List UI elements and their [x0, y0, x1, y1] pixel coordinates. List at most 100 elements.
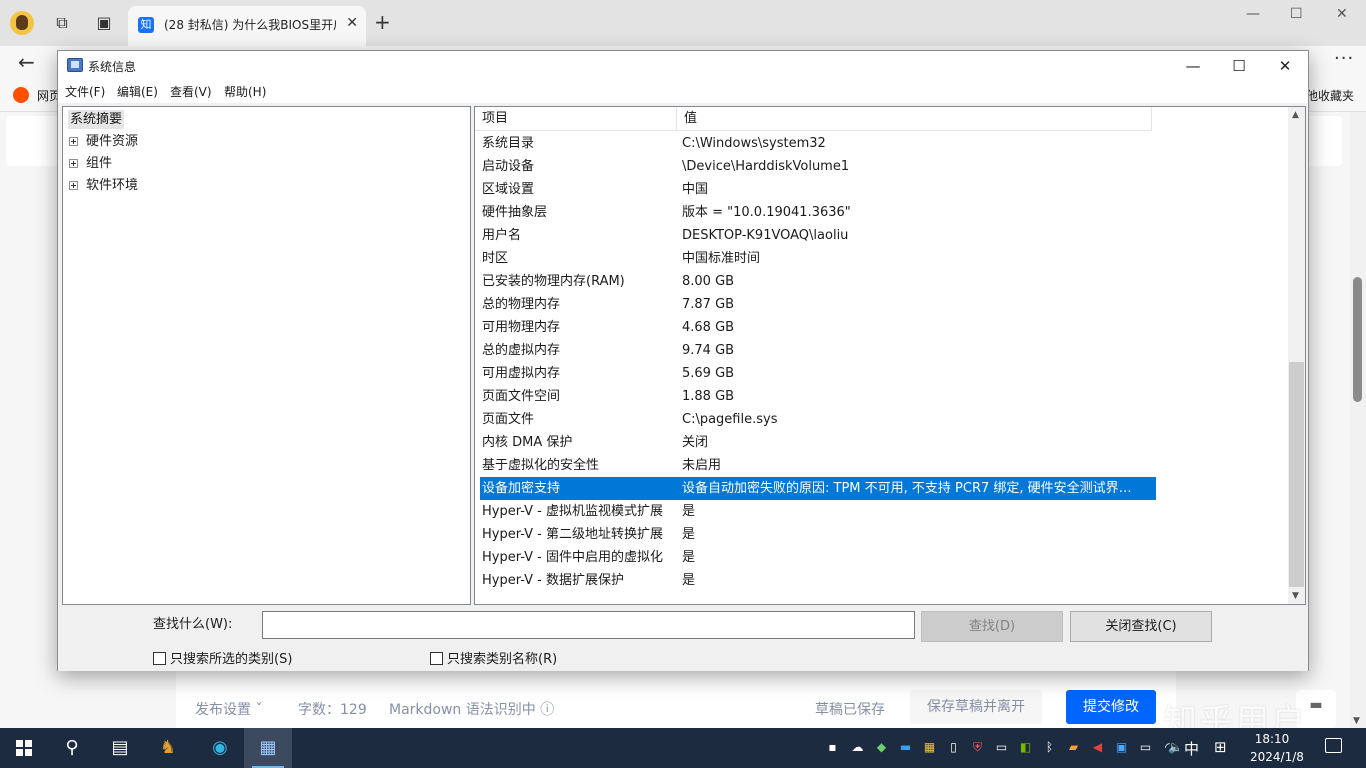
tray-monitor-icon[interactable]: ▭ [994, 740, 1009, 755]
expand-icon[interactable] [69, 181, 78, 190]
menu-view[interactable]: 查看(V) [170, 83, 212, 100]
search-icon[interactable]: ⚲ [48, 728, 96, 768]
tray-grid-icon[interactable]: ▦ [922, 740, 937, 755]
security-shield-icon[interactable]: ⛨ [970, 740, 985, 755]
browser-minimize-icon[interactable]: — [1246, 6, 1260, 22]
find-input[interactable] [262, 611, 915, 639]
task-view-icon[interactable]: ▤ [96, 728, 144, 768]
page-scrollbar-thumb[interactable] [1353, 277, 1362, 402]
list-scrollbar-thumb[interactable] [1289, 362, 1304, 587]
favorite-site-icon[interactable] [13, 87, 29, 103]
save-draft-button[interactable]: 保存草稿并离开 [910, 690, 1042, 724]
scroll-up-arrow-icon[interactable]: ▲ [1292, 110, 1299, 120]
table-row[interactable]: 总的物理内存 7.87 GB [475, 293, 1285, 316]
tray-battery-icon[interactable]: ▭ [1138, 740, 1153, 755]
table-row[interactable]: 内核 DMA 保护 关闭 [475, 431, 1285, 454]
table-row[interactable]: 页面文件 C:\pagefile.sys [475, 408, 1285, 431]
checkbox-box[interactable] [153, 652, 166, 665]
system-info-taskbar-icon[interactable]: ▦ [244, 728, 292, 768]
column-header-item[interactable]: 项目 [475, 107, 677, 131]
other-favorites[interactable]: 他收藏夹 [1306, 87, 1354, 104]
window-titlebar[interactable]: 系统信息 — ☐ ✕ [58, 51, 1308, 81]
table-row[interactable]: 总的虚拟内存 9.74 GB [475, 339, 1285, 362]
workspaces-icon[interactable]: ⧉ [52, 13, 72, 33]
tray-app-icon[interactable]: ▪ [825, 740, 840, 755]
onedrive-cloud-icon[interactable]: ☁ [850, 740, 865, 755]
tab-actions-icon[interactable]: ▣ [94, 13, 114, 33]
menu-edit[interactable]: 编辑(E) [117, 83, 158, 100]
table-row[interactable]: 页面文件空间 1.88 GB [475, 385, 1285, 408]
browser-maximize-icon[interactable]: ☐ [1290, 6, 1303, 22]
details-list[interactable]: 项目 值 系统目录 C:\Windows\system32 启动设备 \Device\… [474, 106, 1306, 605]
menu-help[interactable]: 帮助(H) [224, 83, 266, 100]
expand-icon[interactable] [69, 137, 78, 146]
table-row[interactable]: 用户名 DESKTOP-K91VOAQ\laoliu [475, 224, 1285, 247]
clock[interactable]: 18:10 2024/1/8 [1250, 730, 1304, 766]
row-value: \Device\HarddiskVolume1 [682, 159, 850, 174]
notification-icon[interactable] [1325, 738, 1342, 753]
close-find-button[interactable]: 关闭查找(C) [1070, 611, 1212, 642]
column-header-value[interactable]: 值 [677, 107, 1152, 131]
table-row[interactable]: Hyper-V - 数据扩展保护 是 [475, 569, 1285, 592]
tree-item-components[interactable]: 组件 [69, 154, 112, 174]
table-row[interactable]: 可用虚拟内存 5.69 GB [475, 362, 1285, 385]
edge-browser-icon[interactable]: ◉ [196, 728, 244, 768]
back-arrow-icon[interactable]: ← [18, 50, 35, 74]
tray-sync-icon[interactable]: ◆ [874, 740, 889, 755]
search-selected-category-checkbox[interactable]: 只搜索所选的类别(S) [153, 648, 292, 667]
page-scrollbar[interactable]: ▼ [1350, 112, 1366, 728]
system-info-app-icon [67, 58, 83, 72]
checkbox-box[interactable] [430, 652, 443, 665]
tray-app-orange-icon[interactable]: ▰ [1066, 740, 1081, 755]
publish-settings[interactable]: 发布设置 ˇ [195, 699, 262, 719]
table-row[interactable]: 可用物理内存 4.68 GB [475, 316, 1285, 339]
tree-item-system-summary[interactable]: 系统摘要 [68, 110, 125, 129]
tray-network-app-icon[interactable]: ▬ [898, 740, 913, 755]
volume-icon[interactable]: 🔈 [1168, 740, 1183, 755]
table-row[interactable]: 启动设备 \Device\HarddiskVolume1 [475, 155, 1285, 178]
bluetooth-icon[interactable]: ᛒ [1042, 740, 1057, 755]
ime-mode-indicator[interactable]: 中 [1184, 738, 1199, 759]
find-button[interactable]: 查找(D) [921, 611, 1063, 642]
expand-icon[interactable] [69, 159, 78, 168]
table-row[interactable]: 基于虚拟化的安全性 未启用 [475, 454, 1285, 477]
row-item: 设备加密支持 [482, 481, 561, 496]
table-row[interactable]: 已安装的物理内存(RAM) 8.00 GB [475, 270, 1285, 293]
menu-file[interactable]: 文件(F) [65, 83, 105, 100]
tree-item-label: 组件 [86, 156, 113, 171]
scroll-down-arrow-icon[interactable]: ▼ [1353, 716, 1360, 726]
profile-avatar[interactable] [10, 11, 34, 35]
table-row[interactable]: Hyper-V - 第二级地址转换扩展 是 [475, 523, 1285, 546]
tray-calendar-icon[interactable]: ▣ [1114, 740, 1129, 755]
table-row[interactable]: 区域设置 中国 [475, 178, 1285, 201]
tree-item-hardware[interactable]: 硬件资源 [69, 132, 138, 152]
window-title: 系统信息 [88, 60, 137, 74]
browser-tab-active[interactable]: 知 (28 封私信) 为什么我BIOS里开启 ✕ [128, 6, 366, 46]
markdown-status[interactable]: Markdown 语法识别中 ⓘ [389, 699, 554, 719]
table-row[interactable]: Hyper-V - 固件中启用的虚拟化 是 [475, 546, 1285, 569]
minimize-icon[interactable]: — [1178, 55, 1208, 77]
app-tool-icon[interactable]: ♞ [144, 728, 192, 768]
browser-close-icon[interactable]: ✕ [1336, 6, 1348, 22]
ime-layout-icon[interactable]: ⊞ [1214, 738, 1227, 756]
maximize-icon[interactable]: ☐ [1224, 55, 1254, 77]
tab-close-icon[interactable]: ✕ [346, 15, 358, 31]
category-tree[interactable]: 系统摘要 硬件资源 组件 软件环境 [62, 106, 471, 605]
close-icon[interactable]: ✕ [1270, 55, 1300, 77]
new-tab-icon[interactable]: + [374, 12, 391, 32]
scroll-down-arrow-icon[interactable]: ▼ [1292, 591, 1299, 601]
tree-item-software[interactable]: 软件环境 [69, 176, 138, 196]
usb-icon[interactable]: ▯ [946, 740, 961, 755]
table-row[interactable]: 时区 中国标准时间 [475, 247, 1285, 270]
table-row[interactable]: Hyper-V - 虚拟机监视模式扩展 是 [475, 500, 1285, 523]
table-row-selected[interactable]: 设备加密支持 设备自动加密失败的原因: TPM 不可用, 不支持 PCR7 绑定,… [480, 477, 1156, 500]
submit-button[interactable]: 提交修改 [1066, 690, 1156, 724]
search-category-names-checkbox[interactable]: 只搜索类别名称(R) [430, 648, 557, 667]
more-menu-icon[interactable]: ··· [1334, 48, 1354, 69]
tray-alert-icon[interactable]: ◀ [1090, 740, 1105, 755]
nvidia-icon[interactable]: ◧ [1018, 740, 1033, 755]
list-scrollbar[interactable]: ▲ ▼ [1288, 107, 1305, 604]
start-windows-icon[interactable] [16, 740, 32, 756]
table-row[interactable]: 系统目录 C:\Windows\system32 [475, 132, 1285, 155]
table-row[interactable]: 硬件抽象层 版本 = "10.0.19041.3636" [475, 201, 1285, 224]
